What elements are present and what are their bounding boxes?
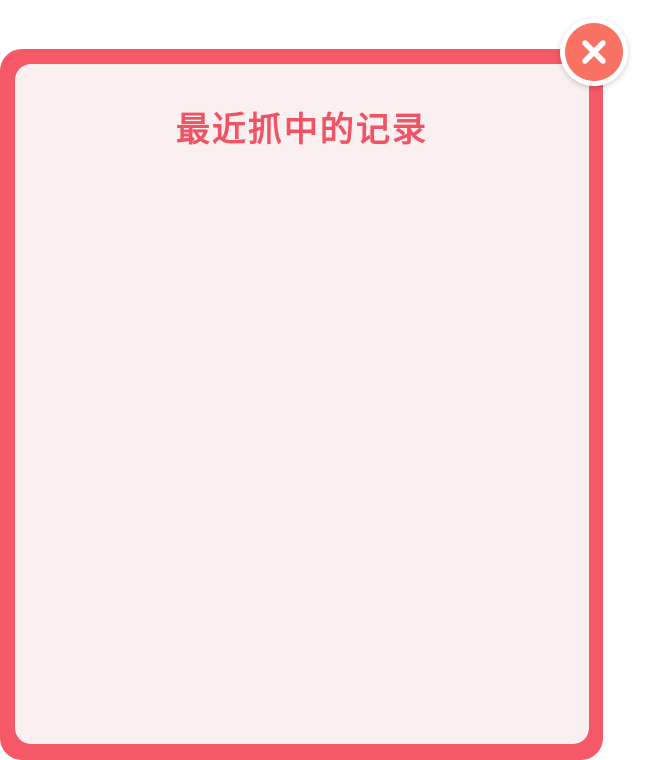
page: 最近抓中的记录 [0,0,646,760]
modal-content-panel: 最近抓中的记录 [15,64,589,744]
record-list [35,164,569,724]
recent-catch-records-modal: 最近抓中的记录 [0,49,603,760]
close-icon [565,23,623,81]
modal-title: 最近抓中的记录 [176,110,428,150]
close-button[interactable] [560,18,628,86]
